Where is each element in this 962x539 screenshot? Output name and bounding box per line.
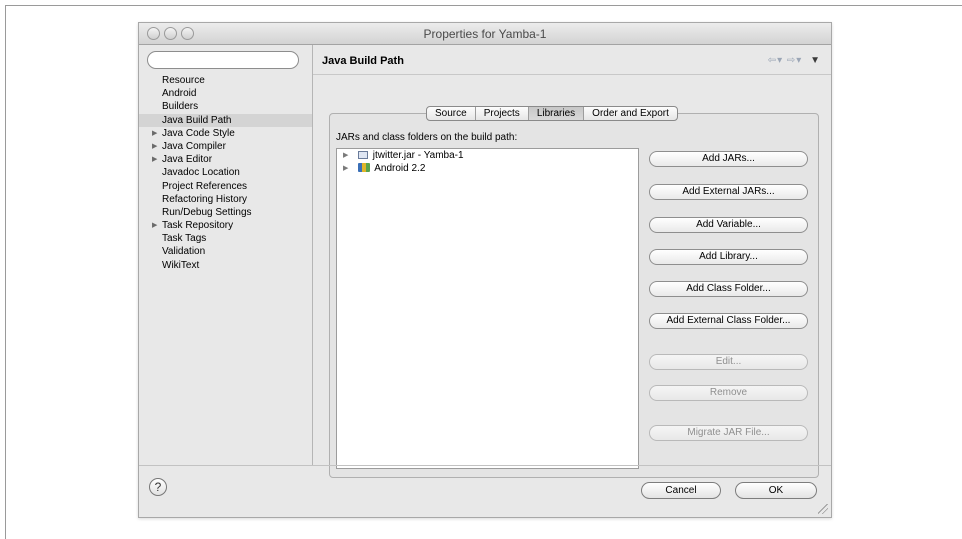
page-navigation: ⇦▾ ⇨▾ ▼ bbox=[768, 55, 821, 66]
sidebar-item-java-compiler[interactable]: ▶ Java Compiler bbox=[139, 140, 312, 153]
forward-arrow-icon[interactable]: ⇨▾ bbox=[787, 55, 802, 66]
sidebar-item-label: Android bbox=[162, 88, 197, 100]
sidebar-item-project-references[interactable]: Project References bbox=[139, 180, 312, 193]
build-path-caption: JARs and class folders on the build path… bbox=[336, 132, 518, 143]
add-external-jars-button[interactable]: Add External JARs... bbox=[649, 184, 808, 200]
sidebar-item-builders[interactable]: Builders bbox=[139, 100, 312, 113]
sidebar-item-task-repository[interactable]: ▶ Task Repository bbox=[139, 219, 312, 232]
cancel-button[interactable]: Cancel bbox=[641, 482, 721, 499]
sidebar-item-java-editor[interactable]: ▶ Java Editor bbox=[139, 153, 312, 166]
help-icon[interactable]: ? bbox=[149, 478, 167, 496]
properties-dialog: Properties for Yamba-1 Resource Android Bu… bbox=[138, 22, 832, 518]
sidebar-item-label: Java Compiler bbox=[162, 140, 226, 152]
build-path-list[interactable]: ▶ jtwitter.jar - Yamba-1 ▶ Android 2.2 bbox=[336, 148, 639, 469]
add-class-folder-button[interactable]: Add Class Folder... bbox=[649, 281, 808, 297]
sidebar-item-label: Javadoc Location bbox=[162, 167, 240, 179]
tab-order-and-export[interactable]: Order and Export bbox=[584, 107, 677, 120]
list-item-label: jtwitter.jar - Yamba-1 bbox=[372, 150, 464, 161]
jar-icon bbox=[358, 151, 368, 159]
expand-arrow-icon[interactable]: ▶ bbox=[343, 150, 348, 162]
filter-input[interactable] bbox=[147, 51, 299, 69]
property-pages-pane: Resource Android Builders Java Build Path ▶ J… bbox=[139, 45, 312, 465]
sidebar-item-label: Refactoring History bbox=[162, 193, 248, 205]
sidebar-item-run-debug-settings[interactable]: Run/Debug Settings bbox=[139, 206, 312, 219]
resize-grip-icon[interactable] bbox=[818, 504, 828, 514]
list-item-jtwitter[interactable]: ▶ jtwitter.jar - Yamba-1 bbox=[337, 150, 638, 162]
footer-divider bbox=[139, 465, 831, 466]
tab-source[interactable]: Source bbox=[427, 107, 476, 120]
sidebar-item-javadoc-location[interactable]: Javadoc Location bbox=[139, 166, 312, 179]
add-jars-button[interactable]: Add JARs... bbox=[649, 151, 808, 167]
sidebar-item-label: Task Repository bbox=[162, 220, 234, 232]
sidebar-item-label: Run/Debug Settings bbox=[162, 206, 252, 218]
sidebar-item-validation[interactable]: Validation bbox=[139, 245, 312, 258]
list-item-android[interactable]: ▶ Android 2.2 bbox=[337, 163, 638, 175]
expand-arrow-icon[interactable]: ▶ bbox=[343, 163, 348, 175]
view-menu-icon[interactable]: ▼ bbox=[810, 55, 821, 66]
sidebar-item-label: Resource bbox=[162, 75, 205, 86]
remove-button[interactable]: Remove bbox=[649, 385, 808, 401]
sidebar-item-wikitext[interactable]: WikiText bbox=[139, 259, 312, 272]
sidebar-item-label: Builders bbox=[162, 101, 199, 113]
page-title: Java Build Path bbox=[322, 55, 404, 67]
add-library-button[interactable]: Add Library... bbox=[649, 249, 808, 265]
list-item-label: Android 2.2 bbox=[374, 163, 426, 174]
sidebar-item-label: Task Tags bbox=[162, 233, 207, 245]
library-icon bbox=[358, 163, 370, 172]
sidebar-item-android[interactable]: Android bbox=[139, 87, 312, 100]
sidebar-item-resource[interactable]: Resource bbox=[139, 74, 312, 87]
title-bar[interactable]: Properties for Yamba-1 bbox=[139, 23, 831, 45]
ok-button[interactable]: OK bbox=[735, 482, 817, 499]
tab-libraries[interactable]: Libraries bbox=[528, 107, 585, 120]
sidebar-item-task-tags[interactable]: Task Tags bbox=[139, 232, 312, 245]
sidebar-item-label: Java Code Style bbox=[162, 127, 235, 139]
migrate-jar-button[interactable]: Migrate JAR File... bbox=[649, 425, 808, 441]
sidebar-item-java-build-path[interactable]: Java Build Path bbox=[139, 113, 312, 127]
sidebar-item-label: Project References bbox=[162, 180, 248, 192]
sidebar-item-label: Java Build Path bbox=[162, 114, 232, 126]
edit-button[interactable]: Edit... bbox=[649, 354, 808, 370]
sidebar-item-java-code-style[interactable]: ▶ Java Code Style bbox=[139, 127, 312, 140]
expand-arrow-icon[interactable]: ▶ bbox=[152, 127, 157, 140]
property-pages-tree: Resource Android Builders Java Build Path ▶ J… bbox=[139, 74, 312, 272]
add-variable-button[interactable]: Add Variable... bbox=[649, 217, 808, 233]
back-arrow-icon[interactable]: ⇦▾ bbox=[768, 55, 783, 66]
sidebar-item-label: Validation bbox=[162, 246, 206, 258]
tab-projects[interactable]: Projects bbox=[476, 107, 529, 120]
sidebar-item-label: Java Editor bbox=[162, 154, 213, 166]
expand-arrow-icon[interactable]: ▶ bbox=[152, 140, 157, 153]
sidebar-item-label: WikiText bbox=[162, 259, 200, 271]
tab-bar: Source Projects Libraries Order and Expo… bbox=[426, 106, 678, 121]
add-external-class-folder-button[interactable]: Add External Class Folder... bbox=[649, 313, 808, 329]
sidebar-item-refactoring-history[interactable]: Refactoring History bbox=[139, 193, 312, 206]
expand-arrow-icon[interactable]: ▶ bbox=[152, 153, 157, 166]
page-content: Java Build Path ⇦▾ ⇨▾ ▼ Source Projects … bbox=[313, 45, 831, 478]
window-title: Properties for Yamba-1 bbox=[423, 27, 547, 41]
header-divider bbox=[313, 74, 831, 75]
expand-arrow-icon[interactable]: ▶ bbox=[152, 219, 157, 232]
